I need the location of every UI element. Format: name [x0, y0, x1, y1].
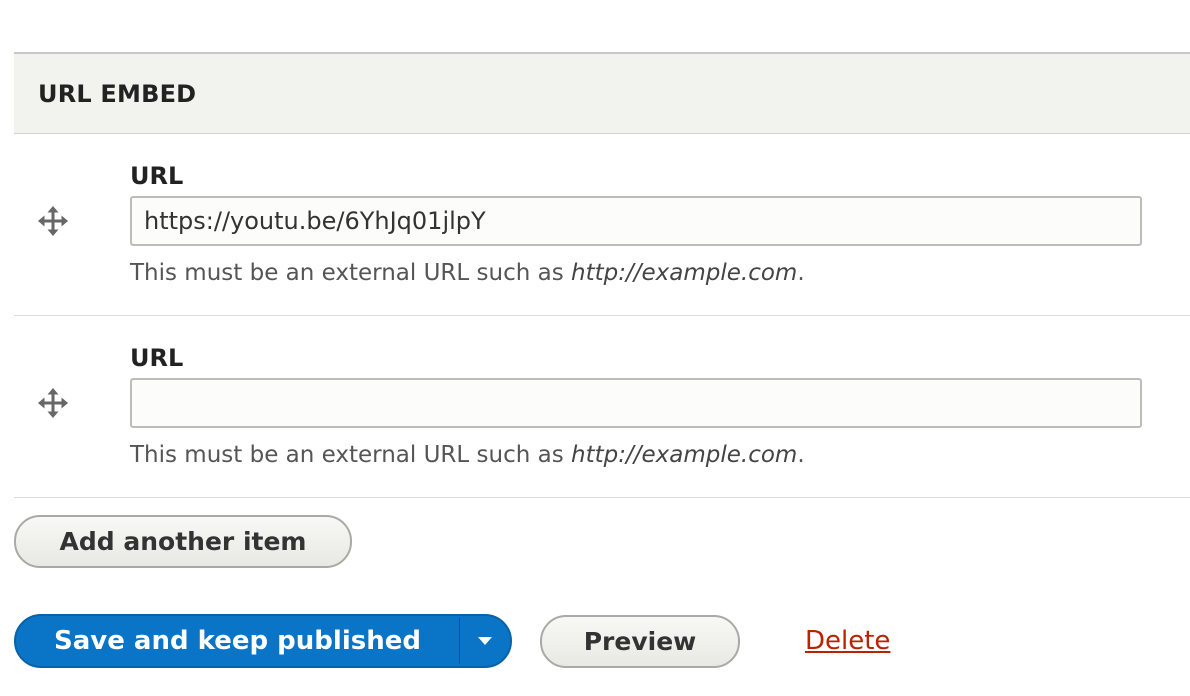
field-header: URL EMBED: [14, 54, 1190, 134]
help-prefix: This must be an external URL such as: [130, 442, 572, 468]
save-options-toggle[interactable]: [460, 616, 510, 666]
add-another-item-button[interactable]: Add another item: [14, 515, 352, 568]
field-item-row: URL This must be an external URL such as…: [14, 134, 1190, 316]
help-suffix: .: [797, 442, 805, 468]
drag-handle-icon[interactable]: [38, 388, 68, 418]
url-embed-field-table: URL EMBED URL This must be an external: [14, 52, 1190, 498]
url-help-text: This must be an external URL such as htt…: [130, 442, 805, 468]
url-label: URL: [130, 344, 184, 372]
help-example: http://example.com: [571, 442, 798, 468]
field-title: URL EMBED: [38, 79, 197, 108]
url-label: URL: [130, 162, 184, 190]
field-item-row: URL This must be an external URL such as…: [14, 316, 1190, 498]
save-split-button: Save and keep published: [14, 614, 512, 668]
help-prefix: This must be an external URL such as: [130, 260, 572, 286]
content-form: URL EMBED URL This must be an external: [0, 0, 1190, 696]
url-input[interactable]: [130, 196, 1142, 246]
help-suffix: .: [797, 260, 805, 286]
url-input[interactable]: [130, 378, 1142, 428]
save-button[interactable]: Save and keep published: [16, 616, 459, 666]
delete-link[interactable]: Delete: [805, 626, 890, 656]
chevron-down-icon: [478, 637, 492, 645]
help-example: http://example.com: [571, 260, 798, 286]
url-help-text: This must be an external URL such as htt…: [130, 260, 805, 286]
drag-handle-icon[interactable]: [38, 206, 68, 236]
preview-button[interactable]: Preview: [540, 615, 740, 668]
